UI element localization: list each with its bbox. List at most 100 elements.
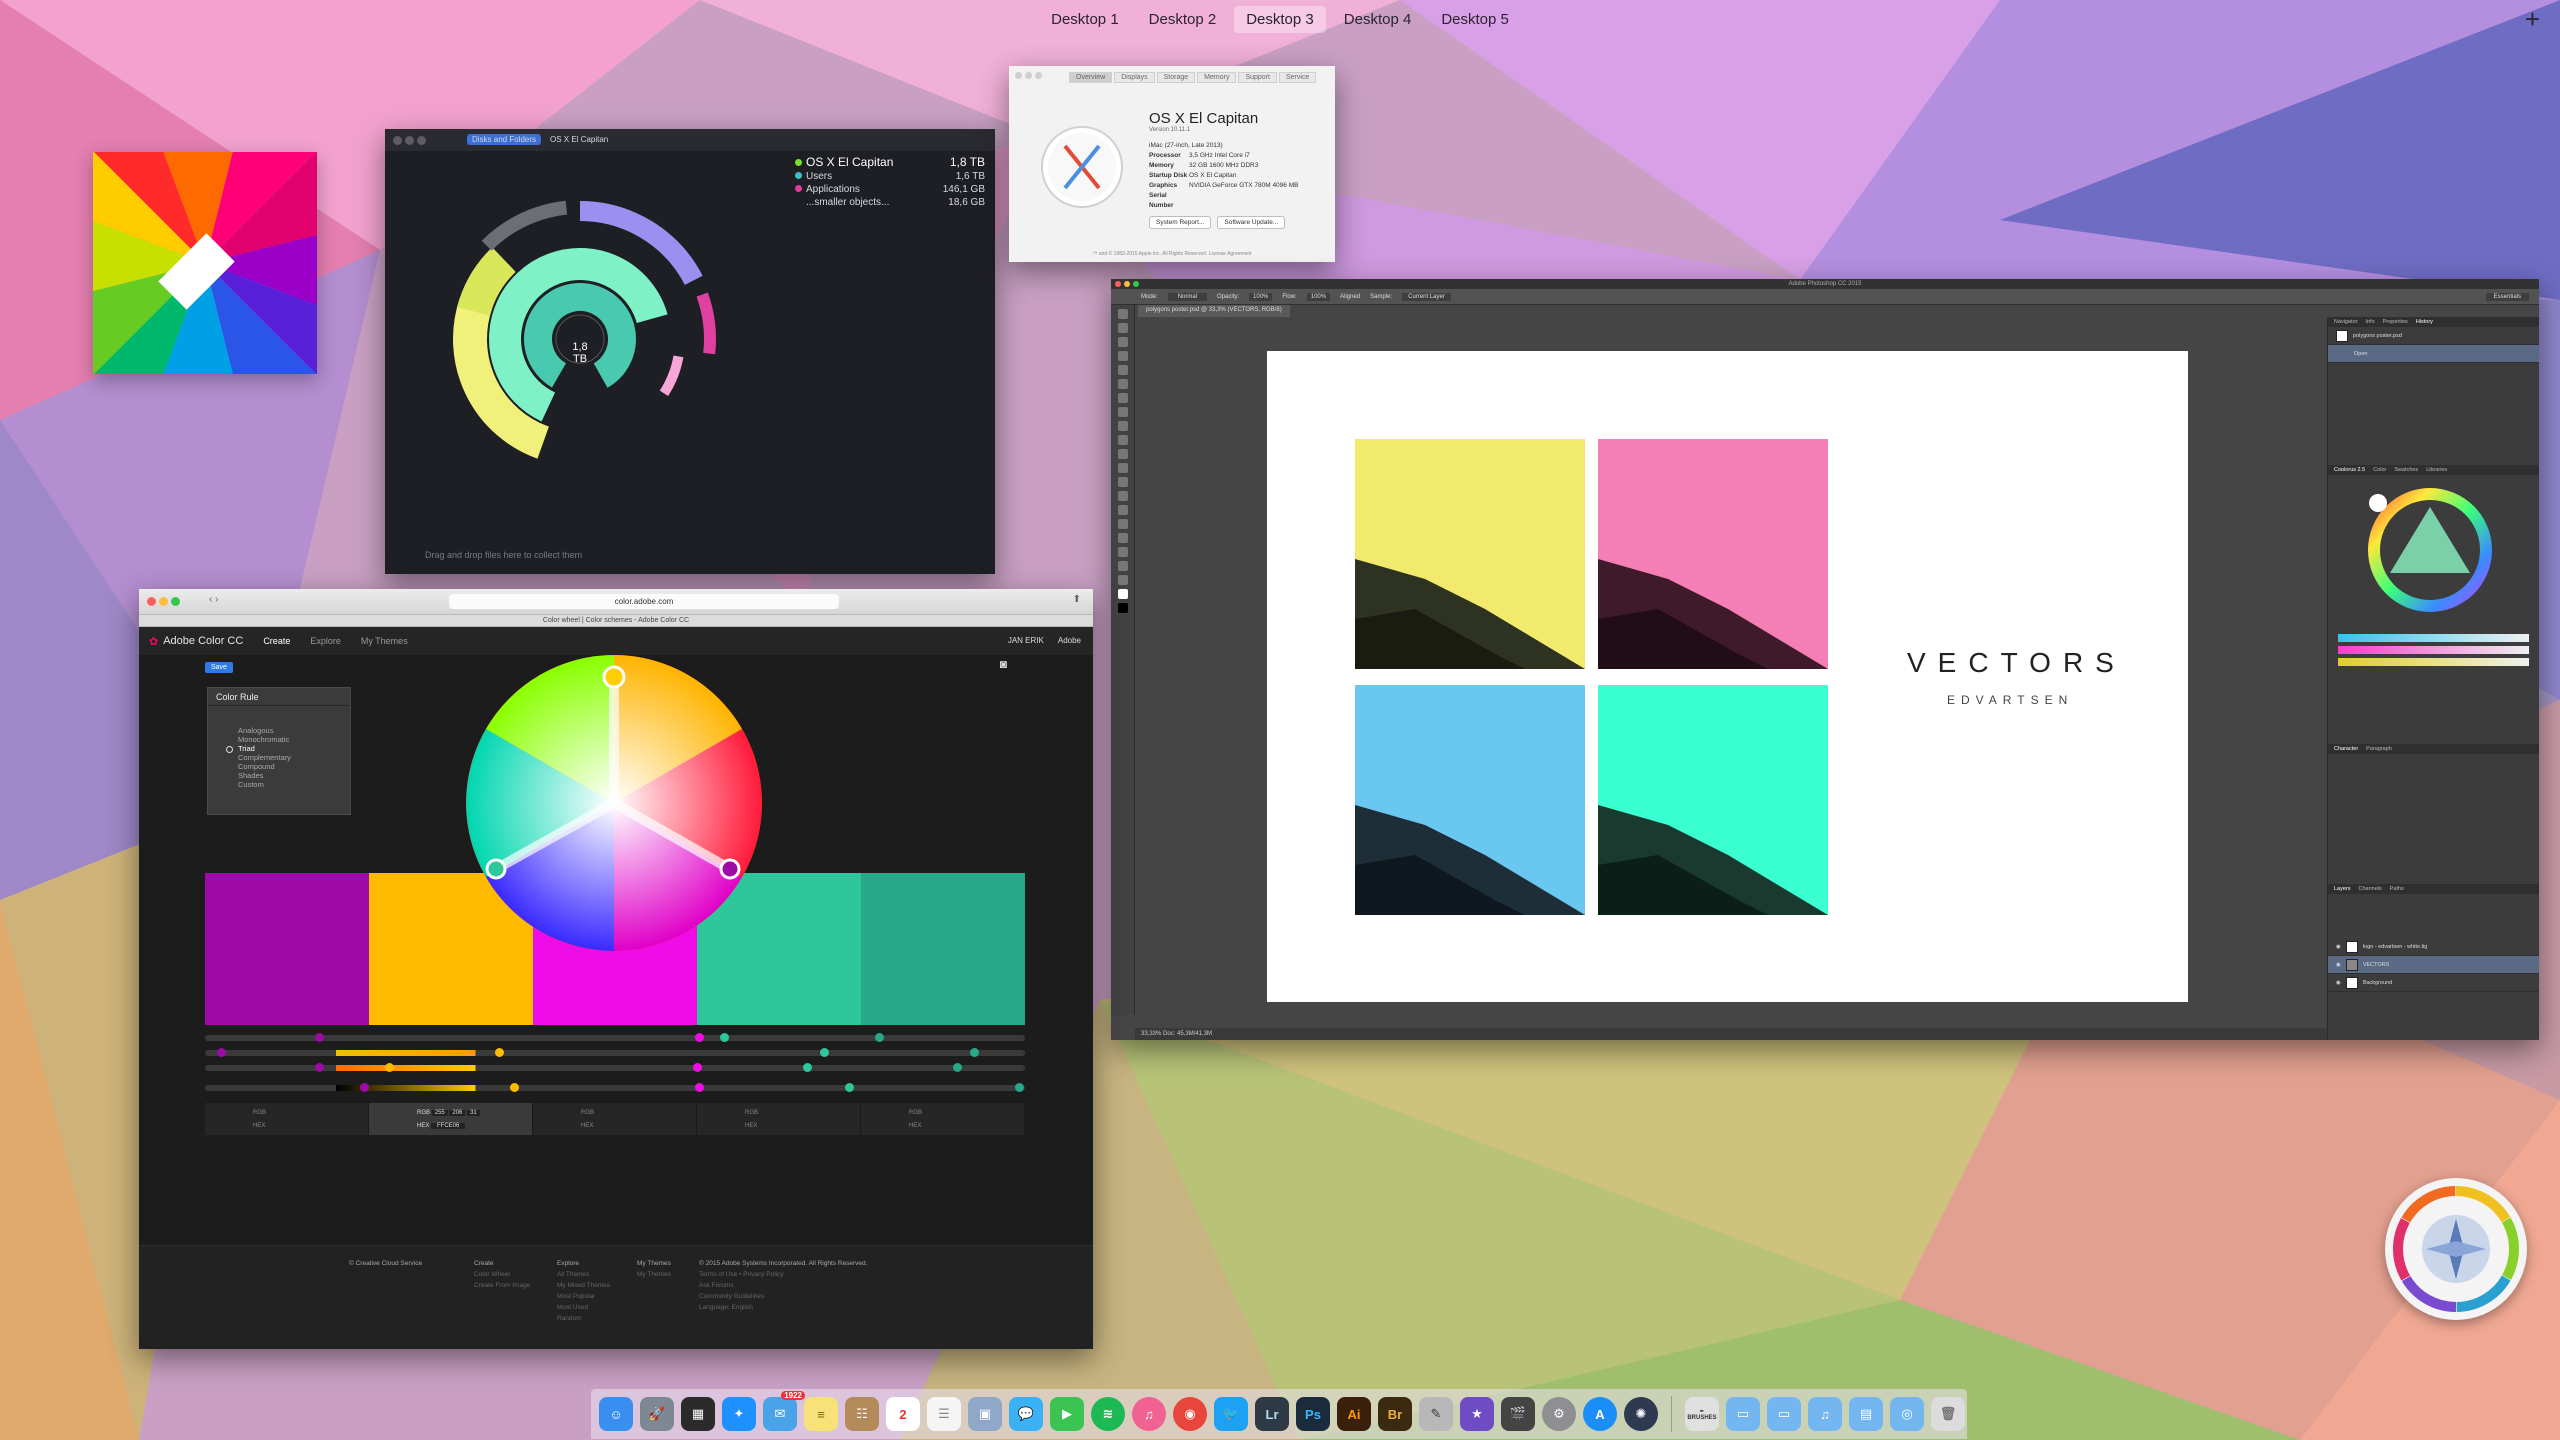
close-button[interactable] — [393, 136, 402, 145]
tab-libraries[interactable]: Libraries — [2426, 467, 2447, 473]
notes-icon[interactable]: ≡ — [804, 1397, 838, 1431]
shape-tool-icon[interactable] — [1118, 547, 1128, 557]
rule-analogous[interactable]: Analogous — [208, 726, 350, 735]
type-tool-icon[interactable] — [1118, 519, 1128, 529]
close-button[interactable] — [147, 597, 156, 606]
tab-channels[interactable]: Channels — [2359, 886, 2382, 892]
address-bar[interactable]: color.adobe.com — [449, 594, 839, 609]
zoom-button[interactable] — [171, 597, 180, 606]
zoom-button[interactable] — [1133, 281, 1139, 287]
close-button[interactable] — [1115, 281, 1121, 287]
tab-service[interactable]: Service — [1278, 72, 1317, 83]
legend-row-smaller-objects[interactable]: ...smaller objects... 18,6 GB — [795, 196, 985, 209]
contacts-icon[interactable]: ☷ — [845, 1397, 879, 1431]
layer-background[interactable]: ◉ Background — [2328, 974, 2539, 992]
tab-swatches[interactable]: Swatches — [2394, 467, 2418, 473]
footer-link[interactable]: My Mixed Themes — [557, 1280, 610, 1291]
stamp-tool-icon[interactable] — [1118, 421, 1128, 431]
visibility-eye-icon[interactable]: ◉ — [2336, 980, 2341, 986]
daisydisk-icon[interactable]: ✺ — [1624, 1397, 1658, 1431]
visibility-eye-icon[interactable]: ◉ — [2336, 962, 2341, 968]
folder-stack-icon[interactable]: ▭ — [1726, 1397, 1760, 1431]
share-icon[interactable]: ⬆ — [1073, 594, 1081, 605]
folder-stack-icon[interactable]: ▭ — [1767, 1397, 1801, 1431]
character-settings[interactable] — [2328, 754, 2539, 884]
crop-tool-icon[interactable] — [1118, 365, 1128, 375]
footer-link[interactable]: Language: English — [699, 1302, 867, 1313]
tab-overview[interactable]: Overview — [1069, 72, 1113, 83]
opacity-field[interactable]: 100% — [1249, 292, 1273, 301]
space-tab-desktop-3[interactable]: Desktop 3 — [1234, 5, 1326, 33]
close-button[interactable] — [1015, 72, 1022, 79]
color-slider-3[interactable] — [2338, 658, 2529, 666]
footer-link[interactable]: My Themes — [637, 1269, 671, 1280]
minimize-button[interactable] — [1025, 72, 1032, 79]
footer-link[interactable]: Community Guidelines — [699, 1291, 867, 1302]
workspace-select[interactable]: Essentials — [2485, 292, 2529, 301]
system-preferences-icon[interactable]: ⚙ — [1542, 1397, 1576, 1431]
rule-shades[interactable]: Shades — [208, 771, 350, 780]
itunes-miniplayer-album-art[interactable] — [93, 152, 317, 374]
safari-icon[interactable]: ✦ — [722, 1397, 756, 1431]
breadcrumb-disks-and-folders[interactable]: Disks and Folders — [467, 134, 542, 145]
healing-tool-icon[interactable] — [1118, 393, 1128, 403]
nav-explore[interactable]: Explore — [310, 636, 341, 646]
tab-character[interactable]: Character — [2334, 746, 2358, 752]
sample-select[interactable]: Current Layer — [1402, 292, 1451, 301]
zoom-button[interactable] — [1035, 72, 1042, 79]
final-cut-icon[interactable]: 🎬 — [1501, 1397, 1535, 1431]
tab-memory[interactable]: Memory — [1197, 72, 1237, 83]
tab-coolorus[interactable]: Coolorus 2.5 — [2334, 467, 2365, 473]
swatch-2-values[interactable]: RGB 255 206 31 HEX FFCE06 — [369, 1103, 533, 1135]
itunes-icon[interactable]: ♫ — [1132, 1397, 1166, 1431]
about-this-mac-window[interactable]: Overview Displays Storage Memory Support… — [1009, 66, 1335, 262]
disk-usage-sunburst[interactable] — [430, 189, 730, 489]
swatch-1[interactable] — [205, 873, 369, 1025]
tab-support[interactable]: Support — [1238, 72, 1277, 83]
nav-create[interactable]: Create — [263, 636, 290, 646]
tab-paths[interactable]: Paths — [2390, 886, 2404, 892]
legend-row-applications[interactable]: Applications 146,1 GB — [795, 183, 985, 196]
reminders-icon[interactable]: ☰ — [927, 1397, 961, 1431]
history-snapshot[interactable]: polygons poster.psd — [2328, 327, 2539, 345]
finder-icon[interactable]: ☺ — [599, 1397, 633, 1431]
eraser-tool-icon[interactable] — [1118, 449, 1128, 459]
adobe-link[interactable]: Adobe — [1058, 636, 1081, 645]
tab-layers[interactable]: Layers — [2334, 886, 2351, 892]
software-update-button[interactable]: Software Update... — [1217, 216, 1286, 229]
eyedropper-tool-icon[interactable] — [1118, 379, 1128, 389]
quick-select-tool-icon[interactable] — [1118, 351, 1128, 361]
back-forward-icon[interactable]: ‹ › — [209, 594, 218, 605]
app-store-icon[interactable]: A — [1583, 1397, 1617, 1431]
rule-custom[interactable]: Custom — [208, 780, 350, 789]
blue-field[interactable]: 31 — [467, 1110, 480, 1116]
brightness-slider-1[interactable] — [205, 1033, 1025, 1042]
rule-complementary[interactable]: Complementary — [208, 753, 350, 762]
document-tab[interactable]: polygons poster.psd @ 33,3% (VECTORS, RG… — [1138, 305, 1290, 317]
mail-icon[interactable]: ✉ 1922 — [763, 1391, 805, 1431]
swatch-5[interactable] — [861, 873, 1025, 1025]
save-button[interactable]: Save — [205, 662, 233, 673]
tab-color[interactable]: Color — [2373, 467, 2386, 473]
marquee-tool-icon[interactable] — [1118, 323, 1128, 333]
twitter-icon[interactable]: 🐦 — [1214, 1397, 1248, 1431]
imovie-icon[interactable]: ★ — [1460, 1397, 1494, 1431]
layer-logo[interactable]: ◉ logo - edvartsen - white.tig — [2328, 938, 2539, 956]
path-select-tool-icon[interactable] — [1118, 533, 1128, 543]
tab-properties[interactable]: Properties — [2383, 319, 2408, 325]
document-canvas[interactable]: VECTORS EDVARTSEN — [1267, 351, 2188, 1002]
brush-tool-icon[interactable] — [1118, 407, 1128, 417]
footer-link[interactable]: Most Used — [557, 1302, 610, 1313]
rule-monochromatic[interactable]: Monochromatic — [208, 735, 350, 744]
zoom-tool-icon[interactable] — [1118, 575, 1128, 585]
aligned-checkbox[interactable]: Aligned — [1340, 294, 1360, 300]
minimize-button[interactable] — [1124, 281, 1130, 287]
footer-link[interactable]: Ask Forums — [699, 1280, 867, 1291]
folder-stack-icon[interactable]: ▤ — [1849, 1397, 1883, 1431]
layer-vectors[interactable]: ◉ VECTORS — [2328, 956, 2539, 974]
legend-row-root[interactable]: OS X El Capitan 1,8 TB — [795, 154, 985, 170]
footer-link[interactable]: Random — [557, 1313, 610, 1324]
space-tab-desktop-1[interactable]: Desktop 1 — [1039, 6, 1131, 33]
color-wheel-widget[interactable] — [2385, 1178, 2527, 1320]
brightness-slider-3[interactable] — [205, 1063, 1025, 1072]
